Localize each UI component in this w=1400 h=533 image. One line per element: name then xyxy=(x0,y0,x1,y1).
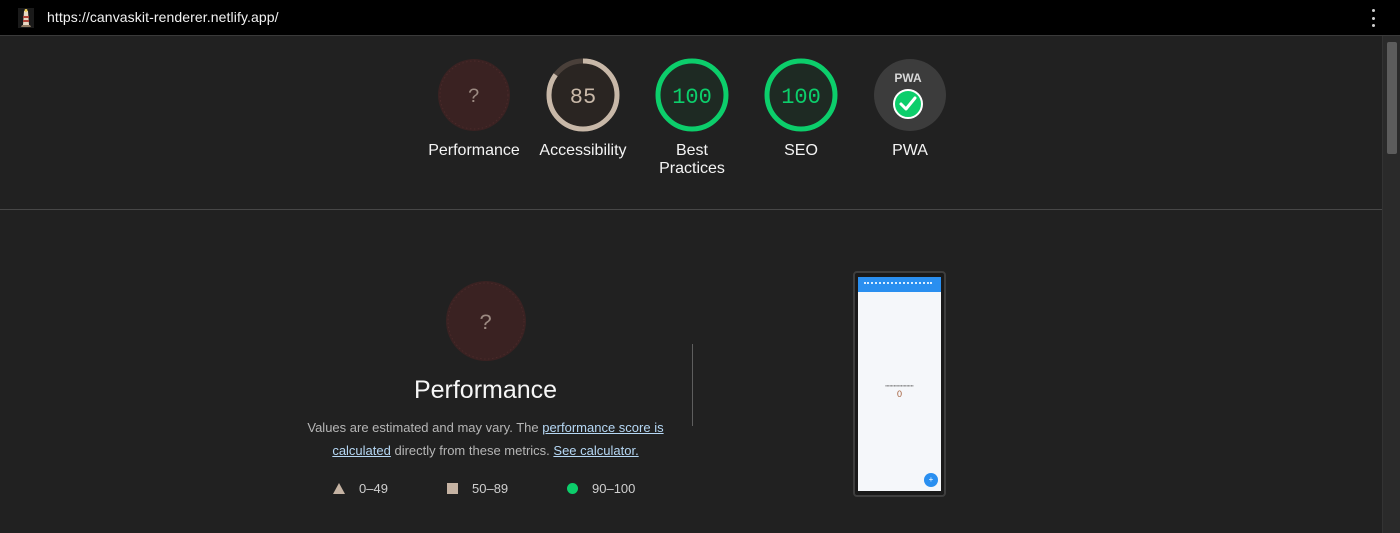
pwa-badge-text: PWA xyxy=(894,71,922,85)
gauge-accessibility[interactable]: 85 Accessibility xyxy=(528,57,638,160)
legend-range: 50–89 xyxy=(472,481,509,496)
gauge-performance[interactable]: ? Performance xyxy=(419,57,529,160)
legend-average: 50–89 xyxy=(447,481,508,496)
gauge-label: Accessibility xyxy=(539,142,627,159)
description-text: Values are estimated and may vary. The xyxy=(307,420,543,435)
legend-range: 0–49 xyxy=(359,481,388,496)
performance-score-gauge-icon: ? xyxy=(446,281,526,361)
gauge-score: ? xyxy=(468,86,480,109)
phone-screen: ▪▪▪▪▪▪▪▪▪▪▪▪▪▪▪▪▪▪▪▪ 0 + xyxy=(858,277,941,491)
performance-score: ? xyxy=(479,311,492,336)
gauge-best-practices[interactable]: 100 Best Practices xyxy=(637,57,747,178)
app-bar xyxy=(858,277,941,292)
gauge-pwa[interactable]: PWA PWA xyxy=(855,57,965,160)
gauge-score: 100 xyxy=(781,85,821,110)
add-fab-button: + xyxy=(924,473,938,487)
gauge-seo[interactable]: 100 SEO xyxy=(746,57,856,160)
see-calculator-link[interactable]: See calculator. xyxy=(553,443,638,458)
check-circle-icon xyxy=(893,89,923,119)
final-screenshot[interactable]: ▪▪▪▪▪▪▪▪▪▪▪▪▪▪▪▪▪▪▪▪ 0 + xyxy=(853,271,946,497)
gauge-score: 85 xyxy=(570,85,596,110)
page-url[interactable]: https://canvaskit-renderer.netlify.app/ xyxy=(47,9,279,25)
gauge-label: Best Practices xyxy=(659,142,725,177)
score-gauges: ? Performance 85 Accessibility 100 Best … xyxy=(0,37,1382,210)
performance-title: Performance xyxy=(413,376,558,404)
best-practices-gauge-icon: 100 xyxy=(655,58,729,132)
kebab-menu-icon[interactable] xyxy=(1368,9,1378,27)
square-icon xyxy=(447,483,458,494)
circle-icon xyxy=(567,483,578,494)
legend-fail: 0–49 xyxy=(333,481,388,496)
seo-gauge-icon: 100 xyxy=(764,58,838,132)
performance-gauge-icon: ? xyxy=(438,59,510,131)
lighthouse-icon xyxy=(18,8,34,28)
gauge-score: 100 xyxy=(672,85,712,110)
counter-message-lines: ▪▪▪▪▪▪▪▪▪▪▪▪▪▪▪▪▪▪▪▪ xyxy=(885,383,914,388)
gauge-label: PWA xyxy=(892,142,928,159)
scrollbar[interactable] xyxy=(1382,36,1400,533)
counter-value: 0 xyxy=(896,389,902,399)
section-divider xyxy=(692,344,693,426)
pwa-badge-icon: PWA xyxy=(874,59,946,131)
scrollbar-thumb[interactable] xyxy=(1387,42,1397,154)
url-bar: https://canvaskit-renderer.netlify.app/ xyxy=(0,0,1400,36)
performance-section: ? Performance Values are estimated and m… xyxy=(0,211,1382,533)
triangle-icon xyxy=(333,483,345,494)
gauge-label: SEO xyxy=(784,142,818,159)
description-text: directly from these metrics. xyxy=(390,443,554,458)
gauge-label: Performance xyxy=(428,142,520,159)
legend-pass: 90–100 xyxy=(567,481,635,496)
accessibility-gauge-icon: 85 xyxy=(546,58,620,132)
performance-description: Values are estimated and may vary. The p… xyxy=(300,416,671,462)
app-bar-title xyxy=(864,282,932,284)
legend-range: 90–100 xyxy=(592,481,636,496)
